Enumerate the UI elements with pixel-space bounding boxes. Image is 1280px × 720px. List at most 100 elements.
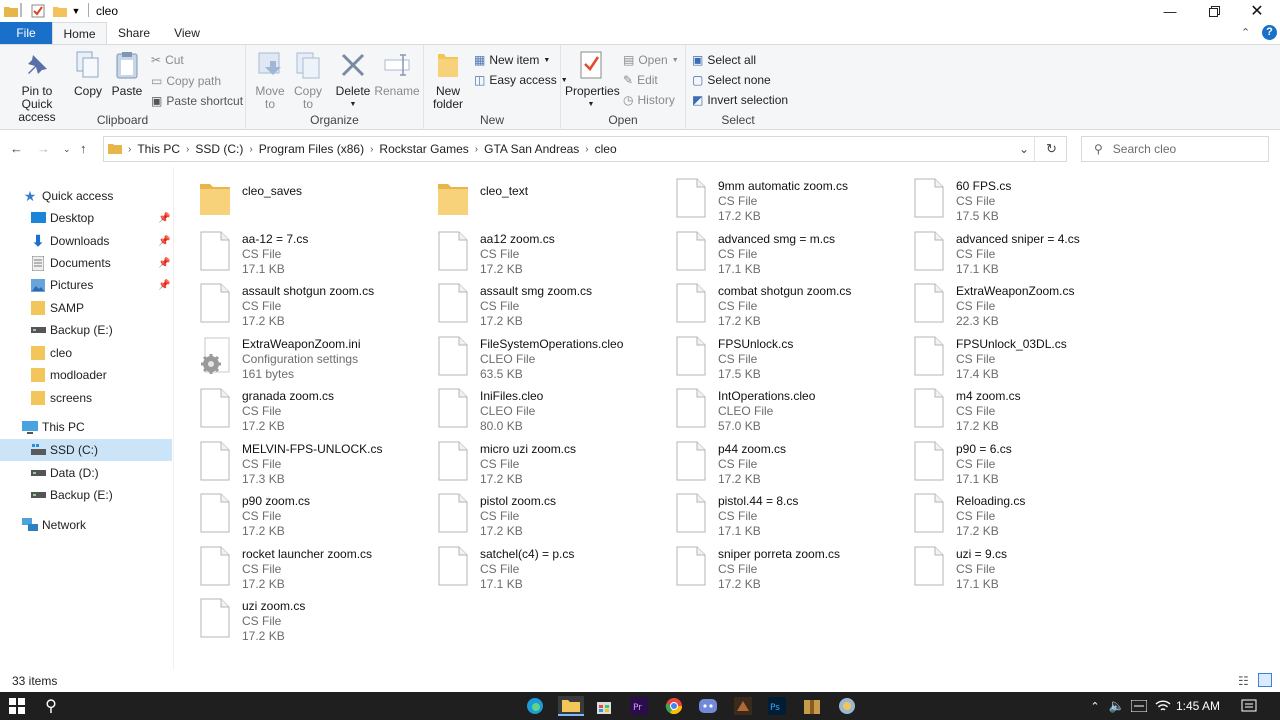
edge-icon[interactable] xyxy=(524,696,546,716)
file-item[interactable]: IniFiles.cleo CLEO File 80.0 KB xyxy=(428,382,658,433)
nav-network[interactable]: Network xyxy=(0,514,172,536)
breadcrumb-cleo[interactable]: cleo xyxy=(595,142,617,156)
app-taskbar-icon[interactable] xyxy=(836,696,858,716)
nav-quick-access[interactable]: ★ Quick access xyxy=(0,185,172,207)
premiere-icon[interactable]: Pr xyxy=(628,696,650,716)
select-none-button[interactable]: ▢ Select none xyxy=(692,71,771,89)
copy-button[interactable]: Copy xyxy=(70,49,106,98)
file-item[interactable]: advanced smg = m.cs CS File 17.1 KB xyxy=(666,225,896,276)
chrome-icon[interactable] xyxy=(663,696,685,716)
nav-downloads[interactable]: ⬇ Downloads 📌 xyxy=(0,230,172,252)
details-view-icon[interactable]: ☷ xyxy=(1238,674,1249,688)
search-box[interactable]: ⚲ Search cleo xyxy=(1081,136,1269,162)
search-icon[interactable]: ⚲ xyxy=(40,696,62,716)
store-icon[interactable] xyxy=(593,696,615,716)
tab-file[interactable]: File xyxy=(0,22,52,44)
help-icon[interactable]: ? xyxy=(1262,25,1277,40)
address-dropdown-icon[interactable]: ⌄ xyxy=(1019,142,1029,156)
archive-icon[interactable] xyxy=(801,696,823,716)
file-item[interactable]: 9mm automatic zoom.cs CS File 17.2 KB xyxy=(666,172,896,223)
language-icon[interactable] xyxy=(1128,696,1150,716)
properties-quick-icon[interactable] xyxy=(30,3,46,19)
copy-path-button[interactable]: ▭ Copy path xyxy=(151,72,221,90)
new-item-button[interactable]: ▦ New item ▼ xyxy=(474,51,550,69)
file-item[interactable]: granada zoom.cs CS File 17.2 KB xyxy=(190,382,420,433)
new-folder-button[interactable]: New folder xyxy=(430,49,466,111)
file-item[interactable]: satchel(c4) = p.cs CS File 17.1 KB xyxy=(428,540,658,591)
large-icons-view-icon[interactable] xyxy=(1258,673,1272,687)
nav-cleo[interactable]: cleo xyxy=(0,342,172,364)
close-button[interactable]: ✕ xyxy=(1234,0,1280,22)
file-item[interactable]: FPSUnlock_03DL.cs CS File 17.4 KB xyxy=(904,330,1134,381)
folder-item[interactable]: cleo_saves xyxy=(190,172,420,222)
breadcrumb-this-pc[interactable]: This PC xyxy=(137,142,180,156)
paste-shortcut-button[interactable]: ▣ Paste shortcut xyxy=(151,92,243,110)
file-item[interactable]: combat shotgun zoom.cs CS File 17.2 KB xyxy=(666,277,896,328)
tab-share[interactable]: Share xyxy=(107,22,161,44)
file-item[interactable]: rocket launcher zoom.cs CS File 17.2 KB xyxy=(190,540,420,591)
file-item[interactable]: ExtraWeaponZoom.ini Configuration setting… xyxy=(190,330,420,381)
easy-access-button[interactable]: ◫ Easy access ▼ xyxy=(474,71,568,89)
tab-home[interactable]: Home xyxy=(52,22,107,44)
file-item[interactable]: ExtraWeaponZoom.cs CS File 22.3 KB xyxy=(904,277,1134,328)
breadcrumb-rockstar-games[interactable]: Rockstar Games xyxy=(379,142,468,156)
delete-button[interactable]: Delete ▼ xyxy=(334,49,372,111)
file-item[interactable]: IntOperations.cleo CLEO File 57.0 KB xyxy=(666,382,896,433)
file-explorer-taskbar-icon[interactable] xyxy=(558,696,584,716)
file-item[interactable]: 60 FPS.cs CS File 17.5 KB xyxy=(904,172,1134,223)
collapse-ribbon-icon[interactable]: ⌃ xyxy=(1241,26,1250,39)
breadcrumb-ssd[interactable]: SSD (C:) xyxy=(195,142,243,156)
discord-icon[interactable] xyxy=(697,696,719,716)
new-folder-quick-icon[interactable] xyxy=(52,3,68,19)
history-button[interactable]: ◷ History xyxy=(623,91,675,109)
recent-locations-button[interactable]: ⌄ xyxy=(63,144,71,155)
game-icon[interactable] xyxy=(732,696,754,716)
up-button[interactable]: ↑ xyxy=(80,141,87,156)
cut-button[interactable]: ✂ Cut xyxy=(151,51,184,69)
minimize-button[interactable]: — xyxy=(1147,0,1193,22)
edit-button[interactable]: ✎ Edit xyxy=(623,71,658,89)
folder-item[interactable]: cleo_text xyxy=(428,172,658,222)
nav-backup-quick[interactable]: Backup (E:) xyxy=(0,319,172,341)
show-hidden-icons-icon[interactable]: ⌃ xyxy=(1084,696,1106,716)
properties-button[interactable]: Properties ▼ xyxy=(565,49,620,111)
nav-documents[interactable]: Documents 📌 xyxy=(0,252,172,274)
rename-button[interactable]: Rename xyxy=(374,49,420,98)
move-to-button[interactable]: Move to xyxy=(252,49,288,111)
breadcrumb-gta-san-andreas[interactable]: GTA San Andreas xyxy=(484,142,579,156)
file-item[interactable]: FPSUnlock.cs CS File 17.5 KB xyxy=(666,330,896,381)
paste-button[interactable]: Paste xyxy=(108,49,146,98)
taskbar-clock[interactable]: 1:45 AM xyxy=(1176,699,1220,713)
file-item[interactable]: pistol.44 = 8.cs CS File 17.1 KB xyxy=(666,487,896,538)
file-item[interactable]: assault shotgun zoom.cs CS File 17.2 KB xyxy=(190,277,420,328)
nav-backup-e[interactable]: Backup (E:) xyxy=(0,484,172,506)
file-item[interactable]: p90 zoom.cs CS File 17.2 KB xyxy=(190,487,420,538)
breadcrumb-program-files[interactable]: Program Files (x86) xyxy=(259,142,364,156)
notifications-icon[interactable] xyxy=(1238,696,1260,716)
open-button[interactable]: ▤ Open ▼ xyxy=(623,51,679,69)
file-item[interactable]: uzi zoom.cs CS File 17.2 KB xyxy=(190,592,420,643)
search-input[interactable]: Search cleo xyxy=(1113,142,1176,156)
nav-ssd-c[interactable]: SSD (C:) xyxy=(0,439,172,461)
file-item[interactable]: p44 zoom.cs CS File 17.2 KB xyxy=(666,435,896,486)
nav-desktop[interactable]: Desktop 📌 xyxy=(0,207,172,229)
forward-button[interactable]: → xyxy=(37,141,50,156)
file-item[interactable]: micro uzi zoom.cs CS File 17.2 KB xyxy=(428,435,658,486)
customize-quick-access-icon[interactable]: ▼ xyxy=(70,3,82,19)
file-item[interactable]: FileSystemOperations.cleo CLEO File 63.5 K… xyxy=(428,330,658,381)
file-item[interactable]: Reloading.cs CS File 17.2 KB xyxy=(904,487,1134,538)
file-item[interactable]: MELVIN-FPS-UNLOCK.cs CS File 17.3 KB xyxy=(190,435,420,486)
pin-icon[interactable]: 📌 xyxy=(158,213,170,224)
file-item[interactable]: advanced sniper = 4.cs CS File 17.1 KB xyxy=(904,225,1134,276)
invert-selection-button[interactable]: ◩ Invert selection xyxy=(692,91,788,109)
file-item[interactable]: sniper porreta zoom.cs CS File 17.2 KB xyxy=(666,540,896,591)
pin-icon[interactable]: 📌 xyxy=(158,236,170,247)
file-item[interactable]: m4 zoom.cs CS File 17.2 KB xyxy=(904,382,1134,433)
photoshop-icon[interactable]: Ps xyxy=(766,696,788,716)
nav-data-d[interactable]: Data (D:) xyxy=(0,462,172,484)
wifi-icon[interactable] xyxy=(1152,696,1174,716)
tab-view[interactable]: View xyxy=(161,22,213,44)
pin-icon[interactable]: 📌 xyxy=(158,280,170,291)
file-item[interactable]: aa-12 = 7.cs CS File 17.1 KB xyxy=(190,225,420,276)
volume-icon[interactable]: 🔈 xyxy=(1106,696,1128,716)
